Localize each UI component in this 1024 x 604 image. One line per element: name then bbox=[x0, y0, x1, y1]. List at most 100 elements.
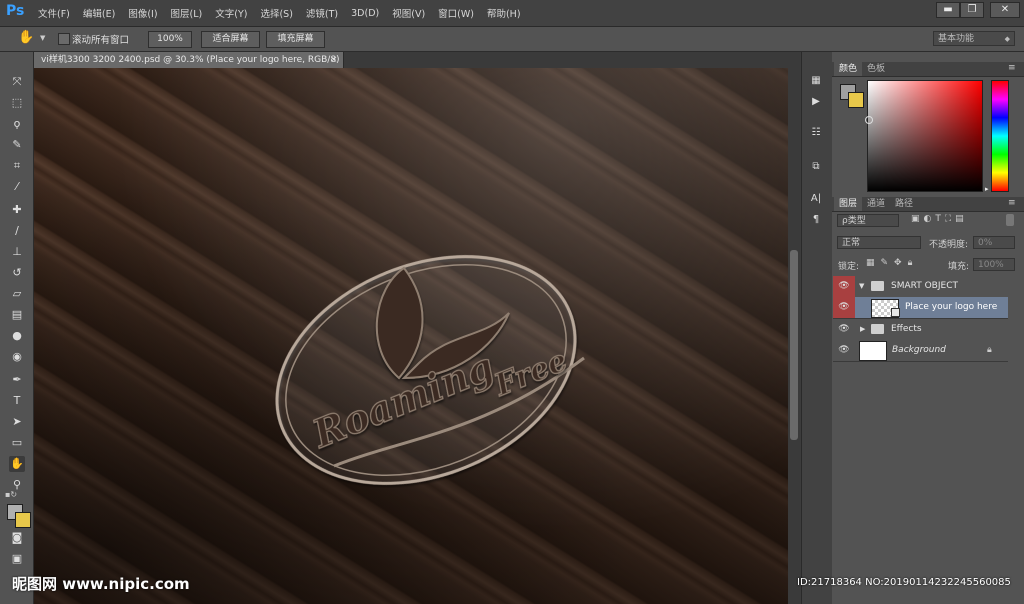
panel-menu-icon[interactable]: ≡ bbox=[1008, 63, 1016, 73]
layer-row[interactable]: 👁︎ Background 🔒︎ bbox=[833, 340, 1008, 362]
layer-row[interactable]: 👁︎ ▶ Effects bbox=[833, 319, 1008, 341]
pen-tool-icon[interactable]: ✒ bbox=[9, 372, 25, 388]
blur-tool-icon[interactable]: ● bbox=[9, 328, 25, 344]
menu-filter[interactable]: 滤镜(T) bbox=[306, 6, 338, 20]
fill-screen-button[interactable]: 填充屏幕 bbox=[266, 31, 325, 48]
layers-panel-menu-icon[interactable]: ≡ bbox=[1008, 198, 1016, 208]
gradient-tool-icon[interactable]: ▤ bbox=[9, 307, 25, 323]
menu-type[interactable]: 文字(Y) bbox=[215, 6, 247, 20]
tab-swatches[interactable]: 色板 bbox=[862, 62, 890, 76]
healing-brush-icon[interactable]: ✚ bbox=[9, 202, 25, 218]
visibility-eye-icon[interactable]: 👁︎ bbox=[833, 340, 855, 361]
layer-row[interactable]: 👁︎ ▼ SMART OBJECT bbox=[833, 276, 1008, 298]
lock-label: 锁定: bbox=[838, 262, 860, 272]
embossed-logo: Roaming Free bbox=[275, 255, 585, 485]
dodge-tool-icon[interactable]: ◉ bbox=[9, 349, 25, 365]
eraser-tool-icon[interactable]: ▱ bbox=[9, 286, 25, 302]
character-panel-icon[interactable]: A| bbox=[809, 192, 823, 206]
move-tool-icon[interactable]: ⤧ bbox=[9, 74, 25, 90]
crop-tool-icon[interactable]: ⌗ bbox=[9, 158, 25, 174]
opacity-input[interactable]: 0% bbox=[973, 236, 1015, 249]
color-panel-tabs: 颜色 色板 ≡ bbox=[832, 62, 1024, 77]
menu-3d[interactable]: 3D(D) bbox=[351, 8, 379, 19]
brush-tool-icon[interactable]: ∕ bbox=[9, 223, 25, 239]
close-window-button[interactable]: ✕ bbox=[990, 2, 1020, 18]
menu-window[interactable]: 窗口(W) bbox=[438, 6, 474, 20]
menu-image[interactable]: 图像(I) bbox=[128, 6, 157, 20]
blend-mode-select[interactable]: 正常 bbox=[837, 236, 921, 249]
filter-toggle-icon[interactable] bbox=[1006, 214, 1014, 226]
visibility-eye-icon[interactable]: 👁︎ bbox=[833, 276, 855, 297]
eyedropper-tool-icon[interactable]: ⁄ bbox=[9, 179, 25, 195]
lasso-tool-icon[interactable]: ϙ bbox=[9, 116, 25, 132]
type-tool-icon[interactable]: T bbox=[9, 393, 25, 409]
lock-icons[interactable]: ▦✎✥🔒︎ bbox=[866, 258, 918, 268]
expand-arrow-icon[interactable]: ▼ bbox=[859, 282, 864, 290]
actions-panel-icon[interactable]: ▶ bbox=[809, 95, 823, 109]
clone-source-icon[interactable]: ⧉ bbox=[809, 160, 823, 174]
collapse-arrow-icon[interactable]: ▶ bbox=[860, 325, 865, 333]
history-panel-icon[interactable]: ▦ bbox=[809, 74, 823, 88]
default-colors-icon[interactable]: ▪↻ bbox=[5, 490, 17, 499]
background-color-swatch[interactable] bbox=[15, 512, 31, 528]
scrollbar-thumb[interactable] bbox=[790, 250, 798, 440]
lock-icon: 🔒︎ bbox=[987, 345, 992, 355]
visibility-eye-icon[interactable]: 👁︎ bbox=[833, 319, 855, 340]
fill-input[interactable]: 100% bbox=[973, 258, 1015, 271]
tab-color[interactable]: 颜色 bbox=[834, 62, 863, 76]
workspace-label: 基本功能 bbox=[938, 34, 975, 44]
fit-screen-button[interactable]: 适合屏幕 bbox=[201, 31, 260, 48]
zoom-100-button[interactable]: 100% bbox=[148, 31, 192, 48]
color-picker-field[interactable] bbox=[867, 80, 983, 192]
tab-layers[interactable]: 图层 bbox=[834, 197, 863, 211]
menu-layer[interactable]: 图层(L) bbox=[171, 6, 203, 20]
layer-kind-filter[interactable]: ρ类型 bbox=[837, 214, 899, 227]
layer-name: SMART OBJECT bbox=[891, 281, 958, 291]
menu-edit[interactable]: 编辑(E) bbox=[83, 6, 115, 20]
background-thumbnail bbox=[859, 341, 887, 361]
opacity-label: 不透明度: bbox=[929, 240, 969, 250]
color-picker-cursor[interactable] bbox=[865, 116, 873, 124]
close-document-icon[interactable]: × bbox=[330, 52, 342, 68]
quick-mask-icon[interactable]: ◙ bbox=[9, 530, 25, 546]
hue-slider[interactable] bbox=[991, 80, 1009, 192]
stamp-tool-icon[interactable]: ⊥ bbox=[9, 244, 25, 260]
menu-view[interactable]: 视图(V) bbox=[392, 6, 425, 20]
marquee-tool-icon[interactable]: ⬚ bbox=[9, 95, 25, 111]
layer-name: Background bbox=[892, 345, 946, 355]
path-select-tool-icon[interactable]: ➤ bbox=[9, 414, 25, 430]
screen-mode-icon[interactable]: ▣ bbox=[9, 551, 25, 567]
chevron-down-icon: ◆ bbox=[1004, 35, 1010, 43]
menu-file[interactable]: 文件(F) bbox=[38, 6, 70, 20]
layer-row-selected[interactable]: 👁︎ Place your logo here bbox=[833, 297, 1008, 319]
quick-select-tool-icon[interactable]: ✎ bbox=[9, 137, 25, 153]
opacity-value: 0% bbox=[978, 238, 993, 248]
paragraph-panel-icon[interactable]: ¶ bbox=[809, 213, 823, 227]
minimize-button[interactable]: ▬ bbox=[936, 2, 960, 18]
color-panel-bg-swatch[interactable] bbox=[848, 92, 864, 108]
restore-button[interactable]: ❐ bbox=[960, 2, 984, 18]
workspace-select[interactable]: 基本功能 ◆ bbox=[933, 31, 1015, 46]
document-title: vi样机3300 3200 2400.psd @ 30.3% (Place yo… bbox=[41, 55, 340, 65]
rectangle-tool-icon[interactable]: ▭ bbox=[9, 435, 25, 451]
menu-select[interactable]: 选择(S) bbox=[260, 6, 292, 20]
watermark-id: ID:21718364 NO:20190114232245560085 bbox=[797, 577, 1011, 588]
options-bar: ✋ ▼ 滚动所有窗口 100% 适合屏幕 填充屏幕 基本功能 ◆ bbox=[0, 27, 1024, 52]
layer-filter-icons[interactable]: ▣◐T⛶▤ bbox=[911, 214, 968, 224]
tab-paths[interactable]: 路径 bbox=[890, 197, 918, 211]
hand-tool-icon[interactable]: ✋ bbox=[18, 30, 34, 45]
history-brush-icon[interactable]: ↺ bbox=[9, 265, 25, 281]
document-tab[interactable]: vi样机3300 3200 2400.psd @ 30.3% (Place yo… bbox=[34, 52, 344, 68]
tool-preset-chevron-icon[interactable]: ▼ bbox=[40, 34, 45, 42]
tab-channels[interactable]: 通道 bbox=[862, 197, 890, 211]
menu-help[interactable]: 帮助(H) bbox=[487, 6, 521, 20]
scroll-all-checkbox[interactable] bbox=[58, 33, 70, 45]
watermark-site: 昵图网 www.nipic.com bbox=[12, 575, 190, 593]
hue-slider-marker-icon[interactable]: ▸ bbox=[985, 185, 989, 193]
properties-panel-icon[interactable]: ☷ bbox=[809, 126, 823, 140]
visibility-eye-icon[interactable]: 👁︎ bbox=[833, 297, 855, 318]
document-canvas[interactable]: Roaming Free bbox=[34, 68, 788, 604]
tools-panel: ⤧ ⬚ ϙ ✎ ⌗ ⁄ ✚ ∕ ⊥ ↺ ▱ ▤ ● ◉ ✒ T ➤ ▭ ✋ ⚲ … bbox=[0, 52, 34, 604]
tab-strip bbox=[344, 52, 800, 68]
hand-tool-icon[interactable]: ✋ bbox=[9, 456, 25, 472]
